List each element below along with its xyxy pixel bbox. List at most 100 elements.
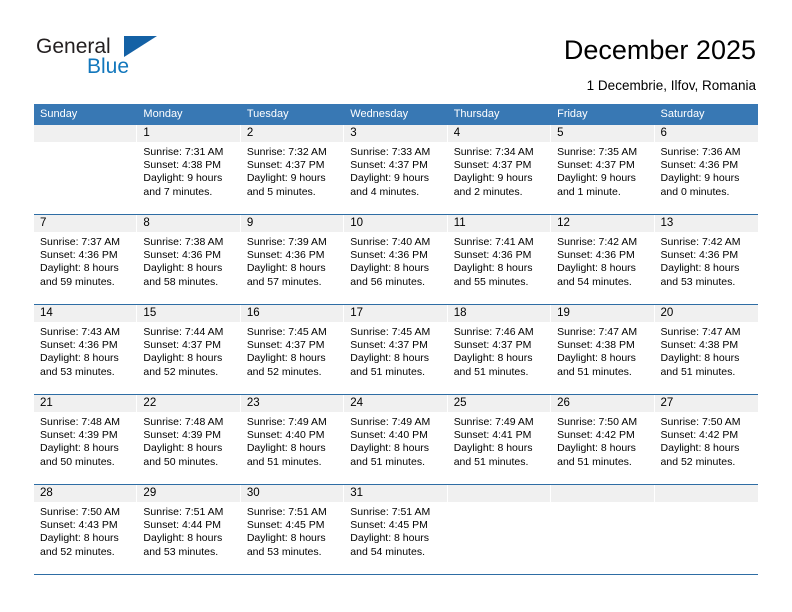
sunrise-text: Sunrise: 7:49 AM bbox=[350, 416, 431, 428]
calendar-day-details: Sunrise: 7:47 AM Sunset: 4:38 PM Daylight:… bbox=[655, 322, 758, 379]
calendar-day-cell[interactable]: 3 Sunrise: 7:33 AM Sunset: 4:37 PM Daylight… bbox=[344, 125, 448, 214]
daylight-text: Daylight: 8 hours and 57 minutes. bbox=[246, 262, 326, 288]
sunset-text: Sunset: 4:45 PM bbox=[246, 519, 325, 532]
calendar-day-cell[interactable]: 5 Sunrise: 7:35 AM Sunset: 4:37 PM Daylight… bbox=[551, 125, 655, 214]
sunset-text: Sunset: 4:36 PM bbox=[246, 249, 325, 262]
weekday-header-wednesday: Wednesday bbox=[350, 108, 409, 120]
sunset-text: Sunset: 4:45 PM bbox=[350, 519, 428, 532]
sunset-text: Sunset: 4:37 PM bbox=[557, 159, 635, 172]
calendar-day-cell[interactable]: 4 Sunrise: 7:34 AM Sunset: 4:37 PM Daylight… bbox=[447, 125, 552, 214]
calendar-day-details: Sunrise: 7:33 AM Sunset: 4:37 PM Daylight:… bbox=[344, 142, 447, 199]
calendar-day-cell[interactable]: 12 Sunrise: 7:42 AM Sunset: 4:36 PM Dayligh… bbox=[551, 215, 655, 304]
calendar-day-number: 30 bbox=[240, 485, 345, 502]
sunset-text: Sunset: 4:37 PM bbox=[350, 339, 428, 352]
calendar-day-cell[interactable]: 9 Sunrise: 7:39 AM Sunset: 4:36 PM Daylight… bbox=[240, 215, 345, 304]
daylight-text: Daylight: 8 hours and 51 minutes. bbox=[453, 442, 533, 468]
page-title: December 2025 bbox=[563, 35, 756, 65]
calendar-day-number: 3 bbox=[344, 125, 448, 142]
calendar-day-number: 21 bbox=[34, 395, 138, 412]
sunrise-text: Sunrise: 7:40 AM bbox=[350, 236, 431, 248]
calendar-day-cell[interactable]: 2 Sunrise: 7:32 AM Sunset: 4:37 PM Daylight… bbox=[240, 125, 345, 214]
calendar-day-cell[interactable]: 17 Sunrise: 7:45 AM Sunset: 4:37 PM Dayligh… bbox=[344, 305, 448, 394]
calendar-day-details: Sunrise: 7:34 AM Sunset: 4:37 PM Daylight:… bbox=[448, 142, 551, 199]
daylight-text: Daylight: 8 hours and 51 minutes. bbox=[557, 352, 636, 378]
daylight-text: Daylight: 8 hours and 50 minutes. bbox=[40, 442, 119, 468]
calendar-day-cell[interactable]: 30 Sunrise: 7:51 AM Sunset: 4:45 PM Dayligh… bbox=[240, 485, 345, 574]
sunrise-text: Sunrise: 7:49 AM bbox=[453, 416, 534, 428]
calendar-day-details: Sunrise: 7:44 AM Sunset: 4:37 PM Daylight:… bbox=[137, 322, 240, 379]
calendar-day-details: Sunrise: 7:49 AM Sunset: 4:41 PM Daylight:… bbox=[448, 412, 551, 469]
calendar-day-cell[interactable]: 15 Sunrise: 7:44 AM Sunset: 4:37 PM Dayligh… bbox=[137, 305, 241, 394]
calendar-day-cell[interactable]: 11 Sunrise: 7:41 AM Sunset: 4:36 PM Dayligh… bbox=[447, 215, 552, 304]
calendar-day-details: Sunrise: 7:35 AM Sunset: 4:37 PM Daylight:… bbox=[551, 142, 654, 199]
calendar-day-cell[interactable]: 7 Sunrise: 7:37 AM Sunset: 4:36 PM Daylight… bbox=[34, 215, 138, 304]
calendar-day-cell[interactable]: 25 Sunrise: 7:49 AM Sunset: 4:41 PM Dayligh… bbox=[447, 395, 552, 484]
calendar-day-number: 26 bbox=[551, 395, 655, 412]
calendar-day-cell[interactable]: 22 Sunrise: 7:48 AM Sunset: 4:39 PM Dayligh… bbox=[137, 395, 241, 484]
sunrise-text: Sunrise: 7:41 AM bbox=[453, 236, 534, 248]
calendar-day-number: 18 bbox=[447, 305, 552, 322]
sunrise-text: Sunrise: 7:51 AM bbox=[246, 506, 327, 518]
daylight-text: Daylight: 8 hours and 52 minutes. bbox=[246, 352, 326, 378]
sunrise-text: Sunrise: 7:47 AM bbox=[557, 326, 638, 338]
calendar-day-cell[interactable]: 6 Sunrise: 7:36 AM Sunset: 4:36 PM Daylight… bbox=[654, 125, 758, 214]
calendar-day-details: Sunrise: 7:47 AM Sunset: 4:38 PM Daylight:… bbox=[551, 322, 654, 379]
sunrise-text: Sunrise: 7:37 AM bbox=[40, 236, 120, 248]
calendar-day-number: 19 bbox=[551, 305, 655, 322]
sunrise-text: Sunrise: 7:45 AM bbox=[350, 326, 431, 338]
calendar-day-details: Sunrise: 7:51 AM Sunset: 4:44 PM Daylight:… bbox=[137, 502, 240, 559]
calendar-day-details: Sunrise: 7:43 AM Sunset: 4:36 PM Daylight:… bbox=[34, 322, 137, 379]
sunset-text: Sunset: 4:36 PM bbox=[40, 339, 118, 352]
logo-text-general: General bbox=[36, 35, 111, 58]
sunrise-text: Sunrise: 7:33 AM bbox=[350, 146, 431, 158]
sunset-text: Sunset: 4:36 PM bbox=[350, 249, 428, 262]
calendar-day-cell[interactable]: 1 Sunrise: 7:31 AM Sunset: 4:38 PM Daylight… bbox=[137, 125, 241, 214]
calendar-day-cell[interactable]: 24 Sunrise: 7:49 AM Sunset: 4:40 PM Dayligh… bbox=[344, 395, 448, 484]
calendar-day-cell[interactable]: 31 Sunrise: 7:51 AM Sunset: 4:45 PM Dayligh… bbox=[344, 485, 448, 574]
sunrise-text: Sunrise: 7:49 AM bbox=[246, 416, 327, 428]
daylight-text: Daylight: 8 hours and 51 minutes. bbox=[246, 442, 326, 468]
calendar-day-details: Sunrise: 7:50 AM Sunset: 4:42 PM Daylight:… bbox=[655, 412, 758, 469]
sunset-text: Sunset: 4:36 PM bbox=[40, 249, 118, 262]
calendar-day-cell[interactable]: 29 Sunrise: 7:51 AM Sunset: 4:44 PM Dayligh… bbox=[137, 485, 241, 574]
sunset-text: Sunset: 4:36 PM bbox=[557, 249, 635, 262]
calendar-day-cell[interactable]: 20 Sunrise: 7:47 AM Sunset: 4:38 PM Dayligh… bbox=[654, 305, 758, 394]
calendar-day-number: 8 bbox=[137, 215, 241, 232]
sunrise-text: Sunrise: 7:46 AM bbox=[453, 326, 534, 338]
sunrise-text: Sunrise: 7:42 AM bbox=[660, 236, 741, 248]
weekday-header-row: Sunday Monday Tuesday Wednesday Thursday… bbox=[34, 104, 758, 125]
calendar-day-number: 6 bbox=[654, 125, 758, 142]
sunrise-text: Sunrise: 7:50 AM bbox=[660, 416, 741, 428]
calendar-day-number: 12 bbox=[551, 215, 655, 232]
calendar-day-cell[interactable]: 26 Sunrise: 7:50 AM Sunset: 4:42 PM Dayligh… bbox=[551, 395, 655, 484]
calendar-day-cell[interactable]: 13 Sunrise: 7:42 AM Sunset: 4:36 PM Dayligh… bbox=[654, 215, 758, 304]
daylight-text: Daylight: 9 hours and 5 minutes. bbox=[246, 172, 326, 198]
calendar-day-cell[interactable]: 10 Sunrise: 7:40 AM Sunset: 4:36 PM Dayligh… bbox=[344, 215, 448, 304]
sunset-text: Sunset: 4:38 PM bbox=[660, 339, 739, 352]
calendar-day-cell[interactable]: 16 Sunrise: 7:45 AM Sunset: 4:37 PM Dayligh… bbox=[240, 305, 345, 394]
calendar-day-cell[interactable]: 14 Sunrise: 7:43 AM Sunset: 4:36 PM Dayligh… bbox=[34, 305, 138, 394]
sunrise-text: Sunrise: 7:44 AM bbox=[143, 326, 224, 338]
weekday-header-friday: Friday bbox=[557, 108, 588, 120]
calendar-day-cell[interactable]: 19 Sunrise: 7:47 AM Sunset: 4:38 PM Dayligh… bbox=[551, 305, 655, 394]
calendar-day-cell[interactable]: 27 Sunrise: 7:50 AM Sunset: 4:42 PM Dayligh… bbox=[654, 395, 758, 484]
calendar-week-row: 7 Sunrise: 7:37 AM Sunset: 4:36 PM Daylight… bbox=[34, 214, 758, 304]
general-blue-logo[interactable]: General Blue bbox=[36, 36, 161, 82]
calendar-day-details: Sunrise: 7:37 AM Sunset: 4:36 PM Daylight:… bbox=[34, 232, 137, 289]
calendar-day-cell[interactable]: 21 Sunrise: 7:48 AM Sunset: 4:39 PM Dayligh… bbox=[34, 395, 138, 484]
calendar-day-cell[interactable]: 28 Sunrise: 7:50 AM Sunset: 4:43 PM Dayligh… bbox=[34, 485, 138, 574]
calendar-day-details: Sunrise: 7:42 AM Sunset: 4:36 PM Daylight:… bbox=[551, 232, 654, 289]
daylight-text: Daylight: 9 hours and 7 minutes. bbox=[143, 172, 223, 198]
calendar-day-number: 25 bbox=[447, 395, 552, 412]
calendar-day-number: 14 bbox=[34, 305, 138, 322]
calendar-day-details: Sunrise: 7:31 AM Sunset: 4:38 PM Daylight:… bbox=[137, 142, 240, 199]
calendar-day-cell[interactable]: 18 Sunrise: 7:46 AM Sunset: 4:37 PM Dayligh… bbox=[447, 305, 552, 394]
calendar-day-number: 28 bbox=[34, 485, 138, 502]
calendar-day-number: 15 bbox=[137, 305, 241, 322]
calendar-week-row: 28 Sunrise: 7:50 AM Sunset: 4:43 PM Dayligh… bbox=[34, 484, 758, 574]
calendar-day-cell[interactable]: 8 Sunrise: 7:38 AM Sunset: 4:36 PM Daylight… bbox=[137, 215, 241, 304]
calendar-day-details: Sunrise: 7:51 AM Sunset: 4:45 PM Daylight:… bbox=[344, 502, 447, 559]
sunrise-text: Sunrise: 7:48 AM bbox=[143, 416, 224, 428]
calendar-day-number: 11 bbox=[447, 215, 552, 232]
calendar-day-cell[interactable]: 23 Sunrise: 7:49 AM Sunset: 4:40 PM Dayligh… bbox=[240, 395, 345, 484]
